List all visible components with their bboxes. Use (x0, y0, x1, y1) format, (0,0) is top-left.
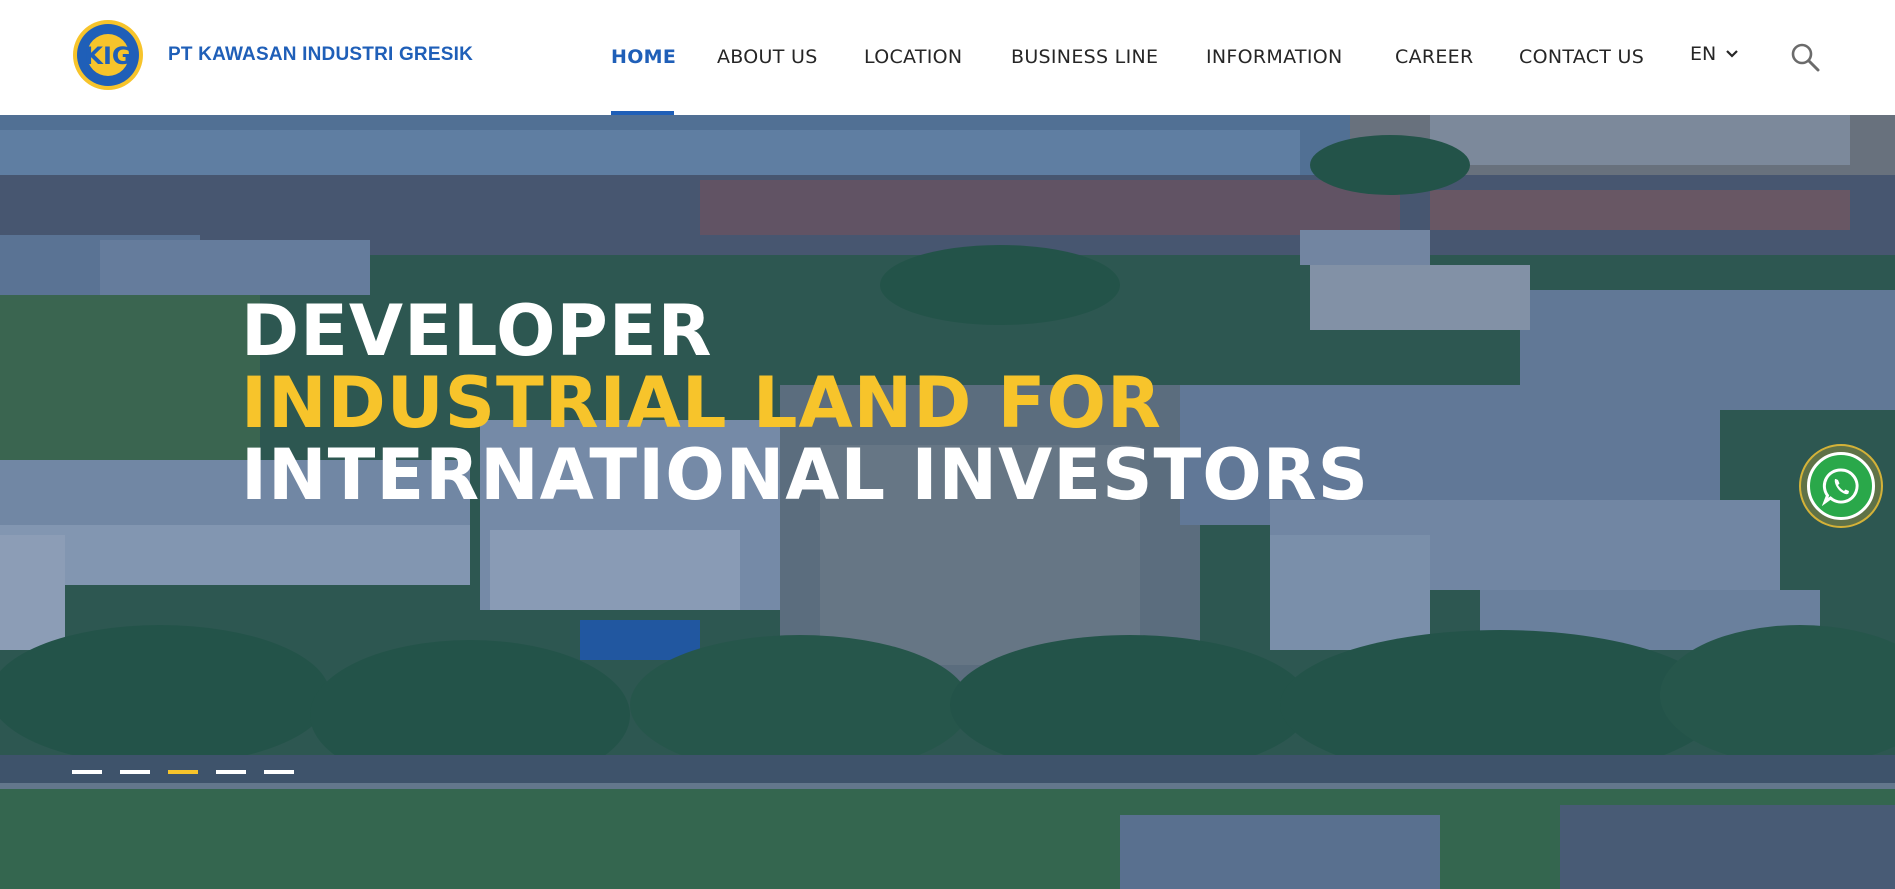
nav-active-indicator (611, 111, 674, 115)
slider-dot-5[interactable] (264, 770, 294, 774)
nav-career[interactable]: CAREER (1395, 46, 1473, 68)
main-nav: HOME ABOUT US LOCATION BUSINESS LINE INF… (0, 0, 1895, 115)
headline-line-1: DEVELOPER (241, 290, 713, 372)
slider-dot-4[interactable] (216, 770, 246, 774)
nav-contact-us[interactable]: CONTACT US (1519, 46, 1644, 68)
site-header: KIG PT KAWASAN INDUSTRI GRESIK HOME ABOU… (0, 0, 1895, 115)
slider-pagination (72, 770, 294, 774)
slider-dot-2[interactable] (120, 770, 150, 774)
nav-location[interactable]: LOCATION (864, 46, 962, 68)
slider-dot-1[interactable] (72, 770, 102, 774)
headline-line-3: INTERNATIONAL INVESTORS (241, 434, 1370, 516)
search-icon[interactable] (1790, 42, 1820, 72)
chevron-down-icon (1726, 50, 1738, 58)
hero-headline: DEVELOPER INDUSTRIAL LAND FOR INTERNATIO… (241, 295, 1369, 511)
headline-line-2: INDUSTRIAL LAND FOR (241, 362, 1162, 444)
whatsapp-icon (1807, 452, 1875, 520)
whatsapp-button[interactable] (1799, 444, 1883, 528)
nav-home[interactable]: HOME (611, 46, 676, 68)
hero-slider: DEVELOPER INDUSTRIAL LAND FOR INTERNATIO… (0, 115, 1895, 889)
language-selector[interactable]: EN (1690, 43, 1738, 65)
nav-information[interactable]: INFORMATION (1206, 46, 1343, 68)
nav-about-us[interactable]: ABOUT US (717, 46, 818, 68)
slider-dot-3[interactable] (168, 770, 198, 774)
language-label: EN (1690, 43, 1717, 65)
nav-business-line[interactable]: BUSINESS LINE (1011, 46, 1158, 68)
